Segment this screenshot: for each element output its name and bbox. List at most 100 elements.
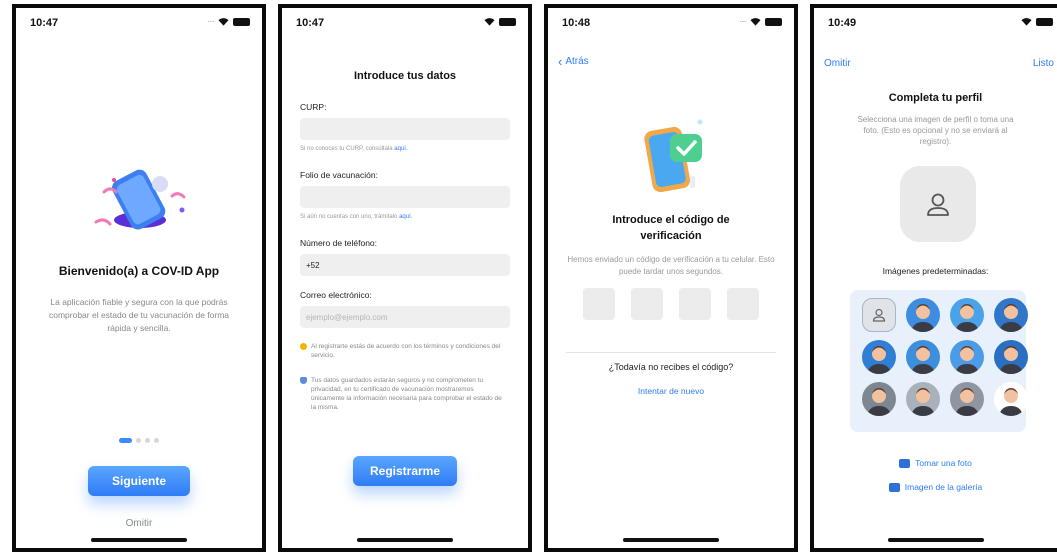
chevron-left-icon: ‹ [558,53,563,69]
folio-hint-text: Si aún no cuentas con uno, trámitalo [300,214,398,220]
battery-icon [765,17,782,26]
battery-icon [499,17,516,26]
privacy-notice: Tus datos guardados estarán seguros y no… [300,376,508,412]
phone-illustration [94,169,186,230]
avatar-option[interactable] [906,298,940,332]
status-time: 10:48 [562,17,591,29]
code-digit-4[interactable] [727,288,759,320]
wifi-icon [218,18,229,26]
status-bar: 10:47 ···· [16,8,262,34]
wifi-icon [750,18,761,26]
avatar-face-icon [911,304,935,332]
avatar-face-icon [999,304,1023,332]
battery-icon [1036,17,1053,26]
code-input-group [548,288,794,320]
avatar-face-icon [955,346,979,374]
page-indicator[interactable] [16,438,262,443]
page-dot[interactable] [145,438,150,443]
status-icons [484,17,516,26]
avatar-face-icon [999,388,1023,416]
code-digit-2[interactable] [631,288,663,320]
resend-question: ¿Todavía no recibes el código? [608,362,734,372]
battery-icon [233,17,250,26]
avatar-option[interactable] [994,382,1028,416]
curp-input[interactable] [300,118,510,140]
status-time: 10:49 [828,17,857,29]
next-button[interactable]: Siguiente [88,466,190,496]
avatar-option[interactable] [906,382,940,416]
form-title: Introduce tus datos [353,70,457,82]
take-photo-button[interactable]: Tomar una foto [814,458,1057,468]
done-button[interactable]: Listo [1033,58,1054,69]
folio-label: Folio de vacunación: [300,170,378,180]
avatar-option[interactable] [994,340,1028,374]
verification-title: Introduce el código de verificación [612,214,730,242]
phone-input[interactable] [300,254,510,276]
signal-icon: ···· [207,17,215,26]
status-time: 10:47 [30,17,59,29]
back-label: Atrás [565,56,589,67]
curp-hint-text: Si no conoces tu CURP, consúltala [300,146,393,152]
status-bar: 10:48 ···· [548,8,794,34]
avatar-face-icon [911,388,935,416]
avatar-face-icon [867,388,891,416]
privacy-notice-text: Tus datos guardados estarán seguros y no… [311,377,502,411]
avatar-option[interactable] [906,340,940,374]
skip-link[interactable]: Omitir [16,518,262,529]
avatar-option[interactable] [862,340,896,374]
home-indicator[interactable] [91,538,187,542]
status-bar: 10:47 [282,8,528,34]
avatar-option[interactable] [862,382,896,416]
shield-icon [300,377,307,384]
avatar-face-icon [999,346,1023,374]
page-dot[interactable] [154,438,159,443]
page-dot[interactable] [136,438,141,443]
skip-button[interactable]: Omitir [824,58,851,69]
register-button[interactable]: Registrarme [353,456,457,486]
profile-description: Selecciona una imagen de perfil o toma u… [857,115,1014,146]
user-icon [872,308,886,322]
divider [566,352,776,353]
gallery-button[interactable]: Imagen de la galería [814,482,1057,492]
avatar-option-default[interactable] [862,298,896,332]
curp-hint: Si no conoces tu CURP, consúltala aquí. [300,146,408,152]
retry-link[interactable]: Intentar de nuevo [548,386,794,396]
profile-picture[interactable] [900,166,976,242]
gallery-icon [888,482,900,492]
code-digit-3[interactable] [679,288,711,320]
curp-hint-link[interactable]: aquí. [394,146,407,152]
wifi-icon [1021,18,1032,26]
home-indicator[interactable] [623,538,719,542]
gallery-label: Imagen de la galería [904,482,983,492]
email-input[interactable] [300,306,510,328]
folio-input[interactable] [300,186,510,208]
avatar-option[interactable] [950,340,984,374]
default-images-title: Imágenes predeterminadas: [882,266,989,276]
info-icon [300,343,307,350]
status-icons: ···· [207,17,250,26]
status-bar: 10:49 [814,8,1057,34]
code-digit-1[interactable] [583,288,615,320]
avatar-option[interactable] [950,382,984,416]
page-dot[interactable] [119,438,132,443]
profile-screen: 10:49 Omitir Listo Completa tu perfil Se… [810,4,1057,552]
registration-screen: 10:47 Introduce tus datos CURP: Si no co… [278,4,532,552]
avatar-option[interactable] [994,298,1028,332]
terms-notice: Al registrarte estás de acuerdo con los … [300,342,508,360]
avatar-option[interactable] [950,298,984,332]
home-indicator[interactable] [887,538,984,542]
folio-hint: Si aún no cuentas con uno, trámitalo aqu… [300,214,412,220]
welcome-title: Bienvenido(a) a COV-ID App [58,264,220,278]
email-label: Correo electrónico: [300,290,372,300]
welcome-description: La aplicación fiable y segura con la que… [48,297,230,333]
folio-hint-link[interactable]: aquí. [399,214,412,220]
home-indicator[interactable] [357,538,453,542]
back-button[interactable]: ‹ Atrás [558,53,589,69]
avatar-face-icon [955,304,979,332]
verification-screen: 10:48 ···· ‹ Atrás Introduce el código d… [544,4,798,552]
status-icons [1021,17,1053,26]
terms-notice-text: Al registrarte estás de acuerdo con los … [311,343,501,359]
status-icons: ···· [739,17,782,26]
profile-title: Completa tu perfil [888,92,983,104]
wifi-icon [484,18,495,26]
